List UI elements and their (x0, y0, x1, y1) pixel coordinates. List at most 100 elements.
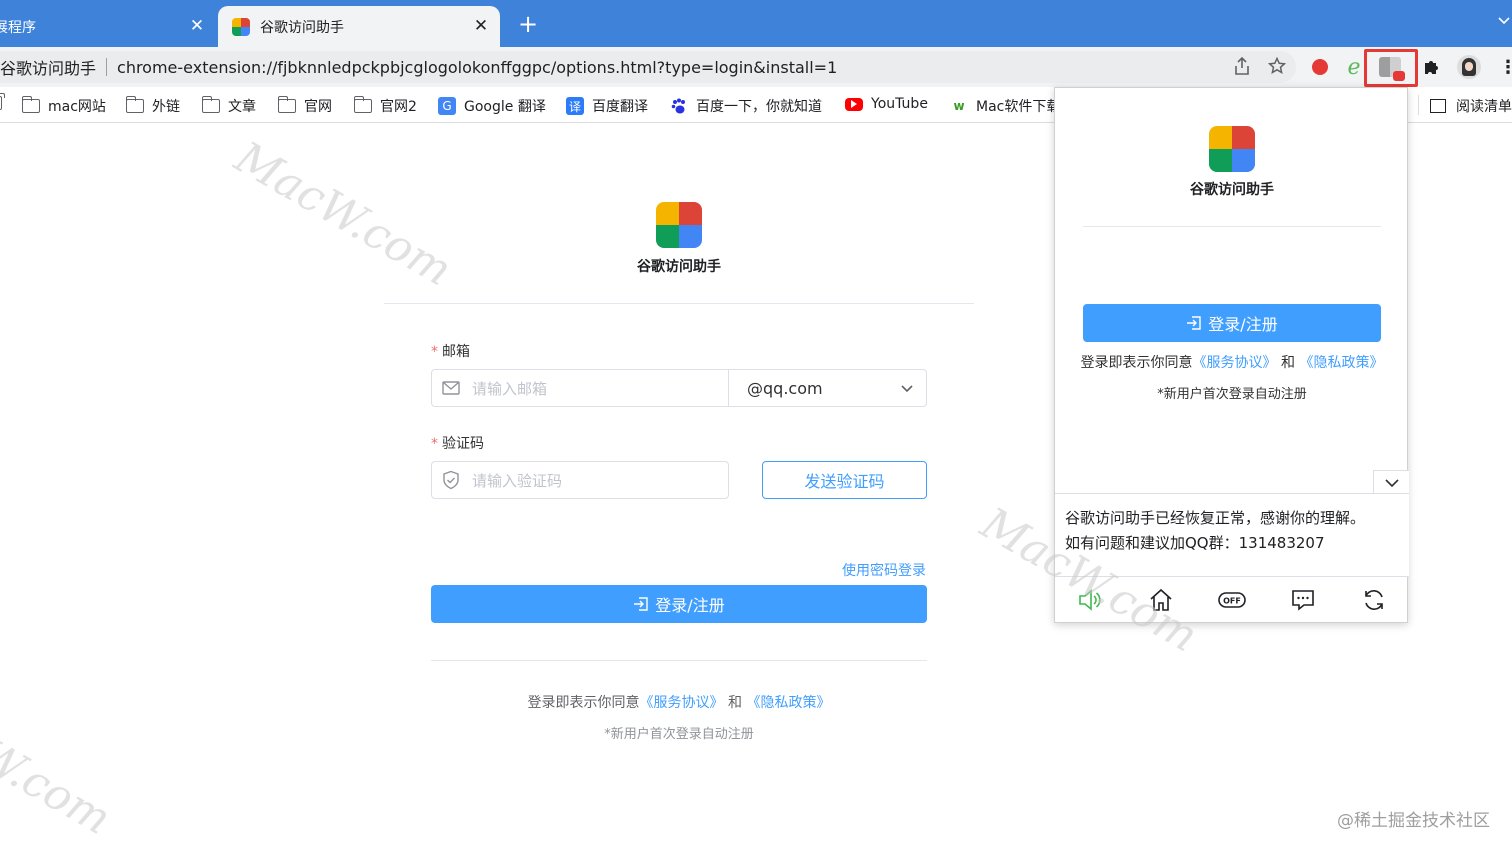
folder-icon (278, 96, 296, 113)
watermark: rW.com (0, 718, 120, 845)
password-login-link[interactable]: 使用密码登录 (842, 560, 926, 580)
google-helper-favicon-icon (232, 17, 250, 36)
popup-agreement-text: 登录即表示你同意《服务协议》 和 《隐私政策》 (1055, 352, 1409, 372)
required-mark: * (431, 436, 438, 452)
youtube-icon (845, 97, 863, 111)
bookmark-official[interactable]: 官网 (278, 96, 332, 116)
url-text[interactable]: chrome-extension://fjbknnledpckpbjcglogo… (117, 58, 837, 77)
off-toggle-icon[interactable]: OFF (1218, 586, 1246, 614)
notice-line: 谷歌访问助手已经恢复正常，感谢你的理解。 (1065, 509, 1366, 527)
tab-close-icon[interactable]: ✕ (188, 17, 206, 35)
agreement-and: 和 (728, 695, 742, 711)
off-label: OFF (1223, 597, 1241, 606)
agreement-and: 和 (1281, 355, 1295, 371)
app-logo (656, 202, 702, 248)
profile-avatar[interactable] (1457, 55, 1481, 79)
tab-close-icon[interactable]: ✕ (472, 17, 490, 35)
reading-list-button[interactable]: 阅读清单 (1430, 96, 1512, 116)
bookmark-baidu-translate[interactable]: 译 百度翻译 (566, 96, 648, 116)
popup-new-user-note: *新用户首次登录自动注册 (1157, 387, 1307, 402)
bookmark-youtube[interactable]: YouTube (845, 96, 928, 112)
popup-privacy-link[interactable]: 《隐私政策》 (1299, 355, 1383, 371)
agreement-prefix: 登录即表示你同意 (527, 695, 640, 711)
bookmark-label: YouTube (871, 96, 928, 112)
bookmark-label: mac网站 (48, 99, 106, 115)
bookmark-star-icon[interactable] (1267, 56, 1287, 80)
extension-highlight-box (1364, 49, 1418, 87)
popup-app-logo (1209, 126, 1255, 172)
bookmark-external-links[interactable]: 外链 (126, 96, 180, 116)
bookmark-official-2[interactable]: 官网2 (354, 96, 417, 116)
email-label-text: 邮箱 (442, 344, 470, 360)
bookmark-label: 官网2 (380, 99, 417, 115)
divider (431, 660, 927, 661)
site-name: 谷歌访问助手 (0, 59, 97, 78)
email-input[interactable]: 请输入邮箱 (431, 369, 729, 407)
bookmark-label: 百度一下，你就知道 (696, 99, 822, 115)
folder-icon (126, 96, 144, 113)
login-button-label: 登录/注册 (655, 596, 725, 615)
address-separator (106, 58, 108, 76)
share-icon[interactable] (1234, 56, 1250, 80)
bookmark-mac-sites[interactable]: mac网站 (22, 96, 106, 116)
bookmark-articles[interactable]: 文章 (202, 96, 256, 116)
agreement-prefix: 登录即表示你同意 (1080, 355, 1193, 371)
message-icon[interactable] (1289, 586, 1317, 614)
send-code-button[interactable]: 发送验证码 (762, 461, 927, 499)
red-extension-icon[interactable] (1308, 55, 1332, 79)
popup-login-register-button[interactable]: 登录/注册 (1083, 304, 1381, 342)
app-title: 谷歌访问助手 (637, 259, 721, 275)
bookmarks-separator (1418, 95, 1419, 115)
terms-link[interactable]: 《服务协议》 (640, 695, 724, 711)
login-register-button[interactable]: 登录/注册 (431, 585, 927, 623)
address-bar[interactable]: 谷歌访问助手 chrome-extension://fjbknnledpckpb… (0, 51, 1296, 83)
agreement-text: 登录即表示你同意《服务协议》 和 《隐私政策》 (431, 692, 927, 712)
notice-line: 如有问题和建议加QQ群：131483207 (1065, 534, 1325, 552)
baidu-translate-icon: 译 (566, 97, 584, 115)
code-placeholder: 请输入验证码 (472, 471, 563, 490)
divider (1083, 226, 1381, 227)
extensions-puzzle-icon[interactable] (1419, 55, 1443, 79)
extension-popup: 谷歌访问助手 登录/注册 登录即表示你同意《服务协议》 和 《隐私政策》 *新用… (1054, 87, 1409, 623)
shield-check-icon (442, 470, 460, 490)
popup-login-label: 登录/注册 (1208, 315, 1278, 334)
address-bar-actions (1234, 56, 1287, 80)
code-label: * 验证码 (431, 433, 484, 453)
mac-software-icon: w (953, 99, 965, 113)
privacy-link[interactable]: 《隐私政策》 (746, 695, 830, 711)
email-domain-select[interactable]: @qq.com (728, 369, 927, 407)
bookmark-label: 文章 (228, 99, 256, 115)
e-extension-icon[interactable]: e (1342, 55, 1366, 80)
bookmark-label: 外链 (152, 99, 180, 115)
tab-google-helper[interactable]: 谷歌访问助手 ✕ (218, 6, 500, 47)
google-translate-icon: G (438, 97, 456, 115)
bookmark-label: 官网 (304, 99, 332, 115)
login-icon (1187, 316, 1201, 330)
verification-code-input[interactable]: 请输入验证码 (431, 461, 729, 499)
reading-list-icon (1430, 99, 1446, 113)
folder-icon (202, 96, 220, 113)
bookmark-mac-software[interactable]: w Mac软件下载 (950, 96, 1060, 116)
chevron-down-icon (900, 380, 914, 394)
bookmark-baidu[interactable]: 百度一下，你就知道 (670, 96, 822, 116)
tab-strip: 展程序 ✕ 谷歌访问助手 ✕ + (0, 0, 1512, 47)
popup-terms-link[interactable]: 《服务协议》 (1193, 355, 1277, 371)
chevron-down-icon (1384, 479, 1399, 488)
browser-menu-icon[interactable]: ⋮ (1496, 55, 1512, 79)
required-mark: * (431, 344, 438, 360)
email-placeholder: 请输入邮箱 (472, 379, 548, 398)
bookmark-label: Mac软件下载 (976, 99, 1061, 115)
refresh-icon[interactable] (1360, 586, 1388, 614)
bookmark-google-translate[interactable]: G Google 翻译 (438, 96, 546, 116)
new-tab-button[interactable]: + (516, 12, 540, 36)
watermark: MacW.com (226, 132, 461, 297)
tab-extensions[interactable]: 展程序 ✕ (0, 6, 216, 47)
email-label: * 邮箱 (431, 341, 470, 361)
tab-search-chevron-icon[interactable] (1498, 14, 1510, 28)
bookmark-cut-folder[interactable] (0, 93, 10, 110)
bookmark-label: Google 翻译 (464, 99, 546, 115)
browser-toolbar: 谷歌访问助手 chrome-extension://fjbknnledpckpb… (0, 47, 1512, 87)
tab-title: 展程序 (0, 19, 36, 36)
folder-icon (22, 96, 40, 113)
new-user-note: *新用户首次登录自动注册 (604, 727, 754, 742)
